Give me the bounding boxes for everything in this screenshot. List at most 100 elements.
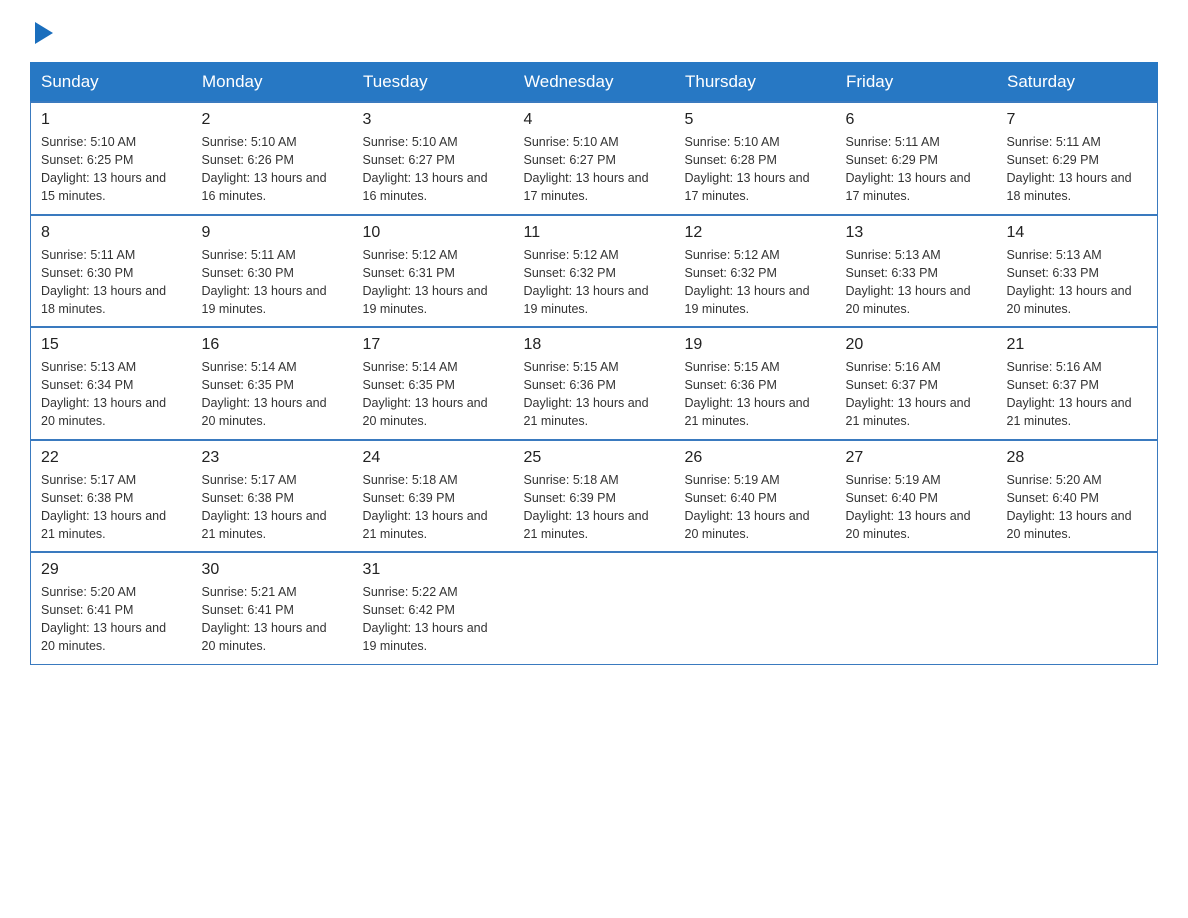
day-info: Sunrise: 5:16 AMSunset: 6:37 PMDaylight:… (846, 358, 987, 431)
calendar-cell: 17 Sunrise: 5:14 AMSunset: 6:35 PMDaylig… (353, 327, 514, 440)
calendar-day-header: Tuesday (353, 63, 514, 103)
day-info: Sunrise: 5:10 AMSunset: 6:27 PMDaylight:… (524, 133, 665, 206)
day-number: 26 (685, 449, 826, 467)
day-number: 10 (363, 224, 504, 242)
day-number: 31 (363, 561, 504, 579)
day-info: Sunrise: 5:13 AMSunset: 6:33 PMDaylight:… (1007, 246, 1148, 319)
day-number: 4 (524, 111, 665, 129)
day-number: 14 (1007, 224, 1148, 242)
day-number: 21 (1007, 336, 1148, 354)
calendar-cell: 9 Sunrise: 5:11 AMSunset: 6:30 PMDayligh… (192, 215, 353, 328)
day-info: Sunrise: 5:10 AMSunset: 6:27 PMDaylight:… (363, 133, 504, 206)
calendar-cell: 29 Sunrise: 5:20 AMSunset: 6:41 PMDaylig… (31, 552, 192, 664)
day-number: 9 (202, 224, 343, 242)
day-number: 20 (846, 336, 987, 354)
day-number: 5 (685, 111, 826, 129)
day-number: 25 (524, 449, 665, 467)
calendar-cell: 4 Sunrise: 5:10 AMSunset: 6:27 PMDayligh… (514, 102, 675, 215)
day-number: 28 (1007, 449, 1148, 467)
day-number: 19 (685, 336, 826, 354)
calendar-cell: 14 Sunrise: 5:13 AMSunset: 6:33 PMDaylig… (997, 215, 1158, 328)
day-info: Sunrise: 5:18 AMSunset: 6:39 PMDaylight:… (524, 471, 665, 544)
calendar-cell: 18 Sunrise: 5:15 AMSunset: 6:36 PMDaylig… (514, 327, 675, 440)
day-info: Sunrise: 5:20 AMSunset: 6:41 PMDaylight:… (41, 583, 182, 656)
day-info: Sunrise: 5:19 AMSunset: 6:40 PMDaylight:… (846, 471, 987, 544)
day-number: 7 (1007, 111, 1148, 129)
day-info: Sunrise: 5:10 AMSunset: 6:25 PMDaylight:… (41, 133, 182, 206)
calendar-week-row: 8 Sunrise: 5:11 AMSunset: 6:30 PMDayligh… (31, 215, 1158, 328)
calendar-body: 1 Sunrise: 5:10 AMSunset: 6:25 PMDayligh… (31, 102, 1158, 664)
calendar-day-header: Saturday (997, 63, 1158, 103)
day-number: 12 (685, 224, 826, 242)
day-info: Sunrise: 5:12 AMSunset: 6:32 PMDaylight:… (524, 246, 665, 319)
day-number: 11 (524, 224, 665, 242)
calendar-cell: 22 Sunrise: 5:17 AMSunset: 6:38 PMDaylig… (31, 440, 192, 553)
day-info: Sunrise: 5:15 AMSunset: 6:36 PMDaylight:… (524, 358, 665, 431)
calendar-cell: 7 Sunrise: 5:11 AMSunset: 6:29 PMDayligh… (997, 102, 1158, 215)
logo (30, 20, 53, 44)
day-number: 16 (202, 336, 343, 354)
calendar-cell: 16 Sunrise: 5:14 AMSunset: 6:35 PMDaylig… (192, 327, 353, 440)
day-info: Sunrise: 5:11 AMSunset: 6:30 PMDaylight:… (202, 246, 343, 319)
day-info: Sunrise: 5:13 AMSunset: 6:33 PMDaylight:… (846, 246, 987, 319)
day-info: Sunrise: 5:14 AMSunset: 6:35 PMDaylight:… (363, 358, 504, 431)
day-info: Sunrise: 5:15 AMSunset: 6:36 PMDaylight:… (685, 358, 826, 431)
day-info: Sunrise: 5:22 AMSunset: 6:42 PMDaylight:… (363, 583, 504, 656)
calendar-day-header: Sunday (31, 63, 192, 103)
day-info: Sunrise: 5:11 AMSunset: 6:29 PMDaylight:… (846, 133, 987, 206)
calendar-cell: 5 Sunrise: 5:10 AMSunset: 6:28 PMDayligh… (675, 102, 836, 215)
calendar-cell: 24 Sunrise: 5:18 AMSunset: 6:39 PMDaylig… (353, 440, 514, 553)
day-number: 13 (846, 224, 987, 242)
calendar-cell: 21 Sunrise: 5:16 AMSunset: 6:37 PMDaylig… (997, 327, 1158, 440)
calendar-header-row: SundayMondayTuesdayWednesdayThursdayFrid… (31, 63, 1158, 103)
day-number: 15 (41, 336, 182, 354)
calendar-cell: 23 Sunrise: 5:17 AMSunset: 6:38 PMDaylig… (192, 440, 353, 553)
calendar-cell: 19 Sunrise: 5:15 AMSunset: 6:36 PMDaylig… (675, 327, 836, 440)
calendar-cell: 15 Sunrise: 5:13 AMSunset: 6:34 PMDaylig… (31, 327, 192, 440)
logo-arrow-icon (35, 22, 53, 44)
day-info: Sunrise: 5:17 AMSunset: 6:38 PMDaylight:… (41, 471, 182, 544)
calendar-day-header: Thursday (675, 63, 836, 103)
calendar-cell: 13 Sunrise: 5:13 AMSunset: 6:33 PMDaylig… (836, 215, 997, 328)
calendar-cell: 25 Sunrise: 5:18 AMSunset: 6:39 PMDaylig… (514, 440, 675, 553)
calendar-cell: 3 Sunrise: 5:10 AMSunset: 6:27 PMDayligh… (353, 102, 514, 215)
day-info: Sunrise: 5:11 AMSunset: 6:29 PMDaylight:… (1007, 133, 1148, 206)
calendar-day-header: Friday (836, 63, 997, 103)
day-number: 30 (202, 561, 343, 579)
day-number: 27 (846, 449, 987, 467)
day-number: 3 (363, 111, 504, 129)
day-number: 1 (41, 111, 182, 129)
calendar-week-row: 1 Sunrise: 5:10 AMSunset: 6:25 PMDayligh… (31, 102, 1158, 215)
day-number: 18 (524, 336, 665, 354)
calendar-cell: 30 Sunrise: 5:21 AMSunset: 6:41 PMDaylig… (192, 552, 353, 664)
calendar-cell (675, 552, 836, 664)
day-info: Sunrise: 5:19 AMSunset: 6:40 PMDaylight:… (685, 471, 826, 544)
calendar-table: SundayMondayTuesdayWednesdayThursdayFrid… (30, 62, 1158, 665)
day-info: Sunrise: 5:10 AMSunset: 6:28 PMDaylight:… (685, 133, 826, 206)
day-info: Sunrise: 5:21 AMSunset: 6:41 PMDaylight:… (202, 583, 343, 656)
calendar-day-header: Wednesday (514, 63, 675, 103)
calendar-cell: 12 Sunrise: 5:12 AMSunset: 6:32 PMDaylig… (675, 215, 836, 328)
calendar-week-row: 29 Sunrise: 5:20 AMSunset: 6:41 PMDaylig… (31, 552, 1158, 664)
calendar-cell: 20 Sunrise: 5:16 AMSunset: 6:37 PMDaylig… (836, 327, 997, 440)
calendar-cell (836, 552, 997, 664)
day-info: Sunrise: 5:11 AMSunset: 6:30 PMDaylight:… (41, 246, 182, 319)
calendar-week-row: 22 Sunrise: 5:17 AMSunset: 6:38 PMDaylig… (31, 440, 1158, 553)
calendar-cell (997, 552, 1158, 664)
day-number: 17 (363, 336, 504, 354)
day-info: Sunrise: 5:16 AMSunset: 6:37 PMDaylight:… (1007, 358, 1148, 431)
day-info: Sunrise: 5:18 AMSunset: 6:39 PMDaylight:… (363, 471, 504, 544)
day-number: 23 (202, 449, 343, 467)
day-info: Sunrise: 5:13 AMSunset: 6:34 PMDaylight:… (41, 358, 182, 431)
day-info: Sunrise: 5:10 AMSunset: 6:26 PMDaylight:… (202, 133, 343, 206)
day-number: 8 (41, 224, 182, 242)
day-number: 6 (846, 111, 987, 129)
calendar-cell: 8 Sunrise: 5:11 AMSunset: 6:30 PMDayligh… (31, 215, 192, 328)
day-number: 22 (41, 449, 182, 467)
calendar-cell: 6 Sunrise: 5:11 AMSunset: 6:29 PMDayligh… (836, 102, 997, 215)
calendar-cell: 1 Sunrise: 5:10 AMSunset: 6:25 PMDayligh… (31, 102, 192, 215)
calendar-cell: 11 Sunrise: 5:12 AMSunset: 6:32 PMDaylig… (514, 215, 675, 328)
calendar-cell: 31 Sunrise: 5:22 AMSunset: 6:42 PMDaylig… (353, 552, 514, 664)
day-info: Sunrise: 5:20 AMSunset: 6:40 PMDaylight:… (1007, 471, 1148, 544)
calendar-day-header: Monday (192, 63, 353, 103)
